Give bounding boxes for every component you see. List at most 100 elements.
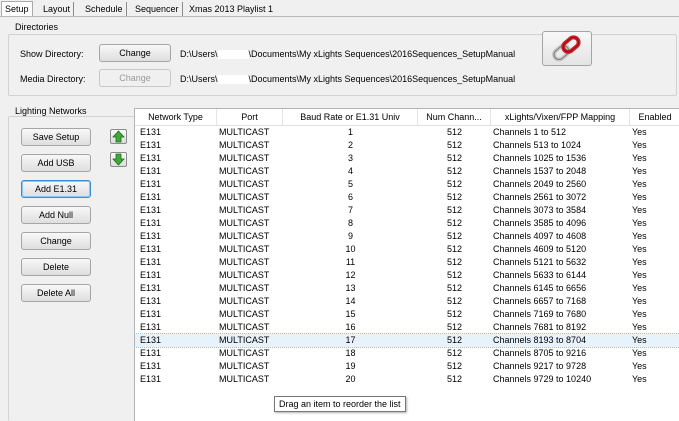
cell-mapping: Channels 2049 to 2560	[493, 179, 587, 189]
cell-enabled: Yes	[632, 348, 647, 358]
table-row[interactable]: E131 MULTICAST 20 512 Channels 9729 to 10240…	[135, 373, 679, 386]
cell-mapping: Channels 7681 to 8192	[493, 322, 587, 332]
cell-num-channels: 512	[446, 257, 463, 267]
networks-grid[interactable]: Network Type Port Baud Rate or E1.31 Uni…	[134, 108, 679, 421]
cell-network-type: E131	[140, 140, 162, 150]
column-header-network-type[interactable]: Network Type	[135, 109, 217, 125]
cell-network-type: E131	[140, 218, 162, 228]
media-path-suffix: \Documents\My xLights Sequences\2016Sequ…	[248, 74, 516, 84]
cell-port: MULTICAST	[219, 283, 270, 293]
add-e131-button[interactable]: Add E1.31	[21, 180, 91, 198]
delete-network-button[interactable]: Delete	[21, 258, 91, 276]
cell-mapping: Channels 9729 to 10240	[493, 374, 592, 384]
cell-network-type: E131	[140, 348, 162, 358]
tab-sequencer[interactable]: Sequencer	[132, 2, 183, 16]
tab-schedule[interactable]: Schedule	[82, 2, 127, 16]
cell-baud-rate: 16	[345, 322, 356, 332]
cell-num-channels: 512	[446, 192, 463, 202]
table-row[interactable]: E131 MULTICAST 16 512 Channels 7681 to 8192 Y…	[135, 321, 679, 334]
cell-network-type: E131	[140, 179, 162, 189]
tab-bar: Setup Layout Schedule Sequencer Xmas 201…	[0, 0, 679, 17]
cell-enabled: Yes	[632, 205, 647, 215]
table-row[interactable]: E131 MULTICAST 18 512 Channels 8705 to 9216 Y…	[135, 347, 679, 360]
cell-mapping: Channels 8705 to 9216	[493, 348, 587, 358]
delete-all-button[interactable]: Delete All	[21, 284, 91, 302]
cell-mapping: Channels 7169 to 7680	[493, 309, 587, 319]
show-path-suffix: \Documents\My xLights Sequences\2016Sequ…	[248, 49, 516, 59]
cell-enabled: Yes	[632, 166, 647, 176]
table-row[interactable]: E131 MULTICAST 14 512 Channels 6657 to 7168 Y…	[135, 295, 679, 308]
cell-num-channels: 512	[446, 283, 463, 293]
cell-mapping: Channels 8193 to 8704	[493, 335, 587, 345]
cell-network-type: E131	[140, 374, 162, 384]
column-header-num-channels[interactable]: Num Chann...	[418, 109, 491, 125]
table-row[interactable]: E131 MULTICAST 9 512 Channels 4097 to 4608 Ye…	[135, 230, 679, 243]
change-show-directory-button[interactable]: Change	[99, 44, 171, 62]
cell-network-type: E131	[140, 361, 162, 371]
column-header-port[interactable]: Port	[217, 109, 283, 125]
table-row[interactable]: E131 MULTICAST 19 512 Channels 9217 to 9728 Y…	[135, 360, 679, 373]
table-row[interactable]: E131 MULTICAST 5 512 Channels 2049 to 2560 Ye…	[135, 178, 679, 191]
move-up-button[interactable]	[110, 129, 127, 144]
cell-baud-rate: 13	[345, 283, 356, 293]
table-row[interactable]: E131 MULTICAST 1 512 Channels 1 to 512 Yes	[135, 126, 679, 139]
table-row[interactable]: E131 MULTICAST 4 512 Channels 1537 to 2048 Ye…	[135, 165, 679, 178]
cell-enabled: Yes	[632, 270, 647, 280]
cell-port: MULTICAST	[219, 179, 270, 189]
cell-enabled: Yes	[632, 127, 647, 137]
change-network-button[interactable]: Change	[21, 232, 91, 250]
reorder-tooltip: Drag an item to reorder the list	[274, 396, 406, 412]
green-down-arrow-icon	[112, 153, 125, 166]
cell-enabled: Yes	[632, 335, 647, 345]
table-row[interactable]: E131 MULTICAST 17 512 Channels 8193 to 8704 Y…	[135, 333, 679, 348]
green-up-arrow-icon	[112, 130, 125, 143]
cell-port: MULTICAST	[219, 374, 270, 384]
tab-layout[interactable]: Layout	[40, 2, 75, 16]
table-row[interactable]: E131 MULTICAST 15 512 Channels 7169 to 7680 Y…	[135, 308, 679, 321]
cell-port: MULTICAST	[219, 153, 270, 163]
redacted-username	[217, 75, 249, 85]
table-row[interactable]: E131 MULTICAST 12 512 Channels 5633 to 6144 Y…	[135, 269, 679, 282]
show-directory-label: Show Directory:	[20, 49, 84, 59]
table-row[interactable]: E131 MULTICAST 8 512 Channels 3585 to 4096 Ye…	[135, 217, 679, 230]
table-row[interactable]: E131 MULTICAST 10 512 Channels 4609 to 5120 Y…	[135, 243, 679, 256]
cell-num-channels: 512	[446, 322, 463, 332]
cell-network-type: E131	[140, 322, 162, 332]
change-media-directory-button[interactable]: Change	[99, 69, 171, 87]
column-header-enabled[interactable]: Enabled	[630, 109, 679, 125]
table-row[interactable]: E131 MULTICAST 3 512 Channels 1025 to 1536 Ye…	[135, 152, 679, 165]
cell-mapping: Channels 3585 to 4096	[493, 218, 587, 228]
cell-port: MULTICAST	[219, 322, 270, 332]
tab-playlist[interactable]: Xmas 2013 Playlist 1	[186, 2, 276, 16]
cell-mapping: Channels 1537 to 2048	[493, 166, 587, 176]
cell-baud-rate: 18	[345, 348, 356, 358]
cell-num-channels: 512	[446, 205, 463, 215]
column-header-baud-rate[interactable]: Baud Rate or E1.31 Univ	[283, 109, 418, 125]
cell-num-channels: 512	[446, 218, 463, 228]
lighting-networks-label: Lighting Networks	[15, 106, 87, 116]
cell-baud-rate: 19	[345, 361, 356, 371]
cell-enabled: Yes	[632, 244, 647, 254]
save-setup-button[interactable]: Save Setup	[21, 128, 91, 146]
add-usb-button[interactable]: Add USB	[21, 154, 91, 172]
move-down-button[interactable]	[110, 152, 127, 167]
cell-baud-rate: 8	[347, 218, 353, 228]
cell-network-type: E131	[140, 257, 162, 267]
cell-baud-rate: 2	[347, 140, 353, 150]
tab-setup[interactable]: Setup	[1, 1, 33, 17]
link-directories-button[interactable]	[542, 31, 592, 66]
table-row[interactable]: E131 MULTICAST 7 512 Channels 3073 to 3584 Ye…	[135, 204, 679, 217]
table-row[interactable]: E131 MULTICAST 13 512 Channels 6145 to 6656 Y…	[135, 282, 679, 295]
cell-num-channels: 512	[446, 374, 463, 384]
table-row[interactable]: E131 MULTICAST 11 512 Channels 5121 to 5632 Y…	[135, 256, 679, 269]
table-row[interactable]: E131 MULTICAST 2 512 Channels 513 to 1024 Yes	[135, 139, 679, 152]
cell-baud-rate: 12	[345, 270, 356, 280]
cell-port: MULTICAST	[219, 192, 270, 202]
table-row[interactable]: E131 MULTICAST 6 512 Channels 2561 to 3072 Ye…	[135, 191, 679, 204]
column-header-mapping[interactable]: xLights/Vixen/FPP Mapping	[491, 109, 630, 125]
cell-mapping: Channels 5121 to 5632	[493, 257, 587, 267]
cell-baud-rate: 9	[347, 231, 353, 241]
cell-mapping: Channels 513 to 1024	[493, 140, 582, 150]
add-null-button[interactable]: Add Null	[21, 206, 91, 224]
cell-baud-rate: 3	[347, 153, 353, 163]
